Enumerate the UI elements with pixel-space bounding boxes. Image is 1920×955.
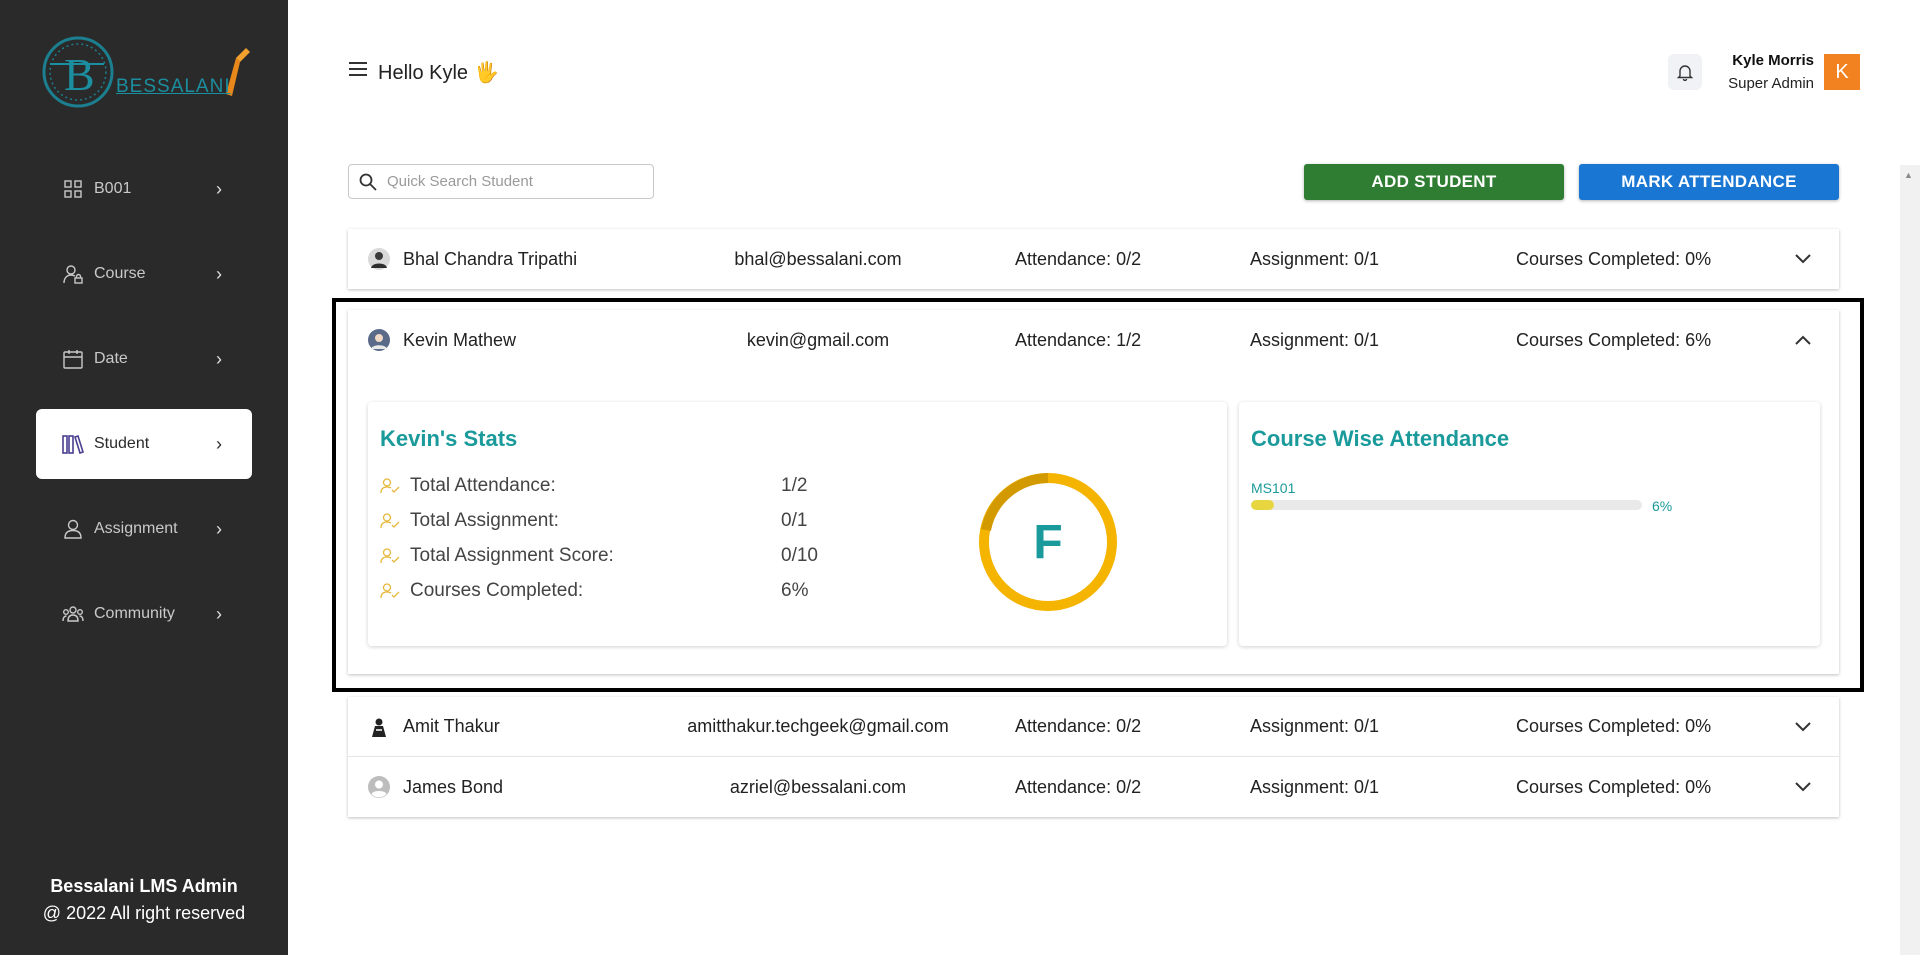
table-row[interactable]: Bhal Chandra Tripathi bhal@bessalani.com… [348,229,1839,289]
student-courses-completed: Courses Completed: 0% [1516,248,1712,269]
student-assignment: Assignment: 0/1 [1250,716,1380,736]
sidebar-footer: Bessalani LMS Admin @ 2022 All right res… [0,876,288,924]
greeting-text: Hello Kyle [378,62,469,84]
chevron-right-icon: › [216,433,222,454]
chevron-right-icon: › [216,178,222,199]
chevron-down-icon[interactable] [1793,717,1813,737]
student-email: bhal@bessalani.com [734,248,902,269]
chevron-down-icon[interactable] [1793,777,1813,797]
footer-copyright: @ 2022 All right reserved [42,903,246,923]
table-row[interactable]: James Bond azriel@bessalani.com Attendan… [348,757,1839,817]
student-name: James Bond [403,776,504,797]
sidebar-item-label: Date [94,350,128,367]
wave-icon: 🖐 [474,62,499,84]
bell-icon [1677,65,1693,81]
avatar [368,715,390,738]
student-name: Amit Thakur [403,716,500,736]
chevron-right-icon: › [216,263,222,284]
books-icon [62,433,84,455]
logo-icon: B [42,36,250,108]
chevron-down-icon[interactable] [1793,249,1813,269]
student-list-lower: Amit Thakur amitthakur.techgeek@gmail.co… [348,697,1839,817]
highlight-frame [332,298,1864,692]
sidebar-item-label: Course [94,265,146,282]
student-courses-completed: Courses Completed: 0% [1516,776,1712,797]
student-attendance: Attendance: 0/2 [1015,248,1142,269]
user-lock-icon [62,263,84,285]
sidebar-item-student[interactable]: Student › [36,409,252,479]
chevron-right-icon: › [216,518,222,539]
group-icon [62,603,84,625]
search-icon [359,173,377,191]
avatar [368,248,390,270]
student-assignment: Assignment: 0/1 [1250,248,1380,269]
sidebar-item-course[interactable]: Course › [36,239,252,309]
student-email: azriel@bessalani.com [729,776,907,797]
student-email: amitthakur.techgeek@gmail.com [687,716,949,736]
sidebar: B BESSALANI B001 › Course › Date › Stude… [0,0,288,955]
student-attendance: Attendance: 0/2 [1015,716,1142,736]
chevron-right-icon: › [216,603,222,624]
user-role: Super Admin [1728,75,1814,92]
scrollbar[interactable] [1900,165,1920,955]
notification-button[interactable] [1668,54,1702,90]
sidebar-item-label: B001 [94,180,132,197]
avatar[interactable]: K [1824,54,1860,90]
grid-icon [62,178,84,200]
person-icon [62,518,84,540]
logo-text: BESSALANI [116,76,231,97]
mark-attendance-button[interactable]: MARK ATTENDANCE [1579,164,1839,200]
student-name: Bhal Chandra Tripathi [403,248,578,269]
sidebar-item-label: Student [94,435,150,452]
add-student-button[interactable]: ADD STUDENT [1304,164,1564,200]
sidebar-item-b001[interactable]: B001 › [36,154,252,224]
student-assignment: Assignment: 0/1 [1250,776,1380,797]
svg-text:B: B [64,49,95,100]
chevron-right-icon: › [216,348,222,369]
search-input[interactable] [387,173,637,190]
sidebar-item-label: Assignment [94,520,178,537]
sidebar-item-label: Community [94,605,175,622]
logo[interactable]: B BESSALANI [40,34,250,114]
sidebar-nav: B001 › Course › Date › Student › Assignm… [36,154,252,664]
avatar [368,776,390,798]
greeting: Hello Kyle 🖐 [378,60,499,85]
search-box [348,164,654,199]
student-list: Bhal Chandra Tripathi bhal@bessalani.com… [348,229,1839,289]
sidebar-item-date[interactable]: Date › [36,324,252,394]
sidebar-item-assignment[interactable]: Assignment › [36,494,252,564]
calendar-icon [62,348,84,370]
sidebar-item-community[interactable]: Community › [36,579,252,649]
scroll-up-icon[interactable]: ▲ [1904,170,1913,180]
student-courses-completed: Courses Completed: 0% [1516,716,1712,736]
user-name: Kyle Morris [1732,52,1814,69]
table-row[interactable]: Amit Thakur amitthakur.techgeek@gmail.co… [348,697,1839,757]
menu-toggle-icon[interactable] [349,62,367,76]
student-attendance: Attendance: 0/2 [1015,776,1142,797]
footer-title: Bessalani LMS Admin [50,876,238,896]
